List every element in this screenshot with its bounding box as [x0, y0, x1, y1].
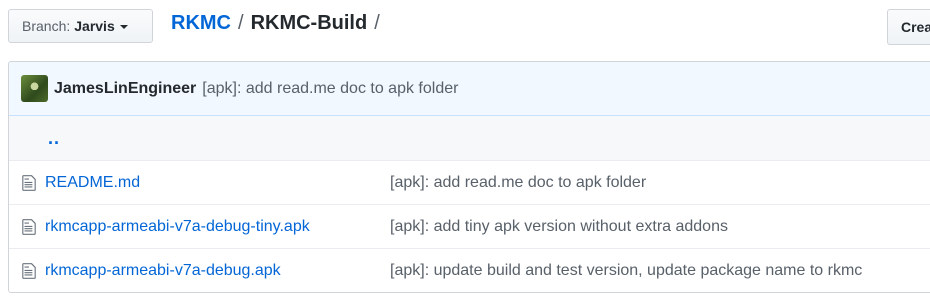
commit-author-link[interactable]: JamesLinEngineer: [54, 80, 196, 98]
avatar[interactable]: [21, 75, 48, 102]
file-commit-message[interactable]: [apk]: add read.me doc to apk folder: [390, 174, 646, 192]
breadcrumb-current-dir: RKMC-Build: [250, 12, 368, 34]
file-name-link[interactable]: README.md: [45, 174, 390, 192]
file-row[interactable]: rkmcapp-armeabi-v7a-debug.apk [apk]: upda…: [9, 249, 930, 292]
breadcrumb-separator: /: [238, 12, 244, 34]
file-commit-message[interactable]: [apk]: update build and test version, up…: [390, 262, 862, 280]
branch-name: Jarvis: [74, 18, 115, 34]
caret-down-icon: [119, 25, 128, 29]
file-list: JamesLinEngineer [apk]: add read.me doc …: [8, 61, 930, 293]
commit-message[interactable]: [apk]: add read.me doc to apk folder: [202, 80, 458, 98]
create-new-file-button[interactable]: Crea: [887, 9, 930, 45]
file-row[interactable]: README.md [apk]: add read.me doc to apk f…: [9, 161, 930, 205]
breadcrumb-separator-trailing: /: [374, 12, 380, 34]
file-icon: [22, 218, 36, 235]
parent-directory-link[interactable]: ..: [48, 128, 60, 149]
file-icon: [22, 262, 36, 279]
parent-directory-row[interactable]: ..: [9, 116, 930, 161]
file-name-link[interactable]: rkmcapp-armeabi-v7a-debug-tiny.apk: [45, 218, 390, 236]
latest-commit-bar: JamesLinEngineer [apk]: add read.me doc …: [9, 62, 930, 116]
file-name-link[interactable]: rkmcapp-armeabi-v7a-debug.apk: [45, 262, 390, 280]
breadcrumb: RKMC / RKMC-Build /: [171, 12, 380, 35]
breadcrumb-owner-link[interactable]: RKMC: [171, 12, 231, 35]
file-icon: [22, 174, 36, 191]
file-commit-message[interactable]: [apk]: add tiny apk version without extr…: [390, 218, 728, 236]
file-row[interactable]: rkmcapp-armeabi-v7a-debug-tiny.apk [apk]:…: [9, 205, 930, 249]
branch-select-button[interactable]: Branch: Jarvis: [8, 9, 153, 43]
branch-prefix: Branch:: [22, 18, 71, 34]
